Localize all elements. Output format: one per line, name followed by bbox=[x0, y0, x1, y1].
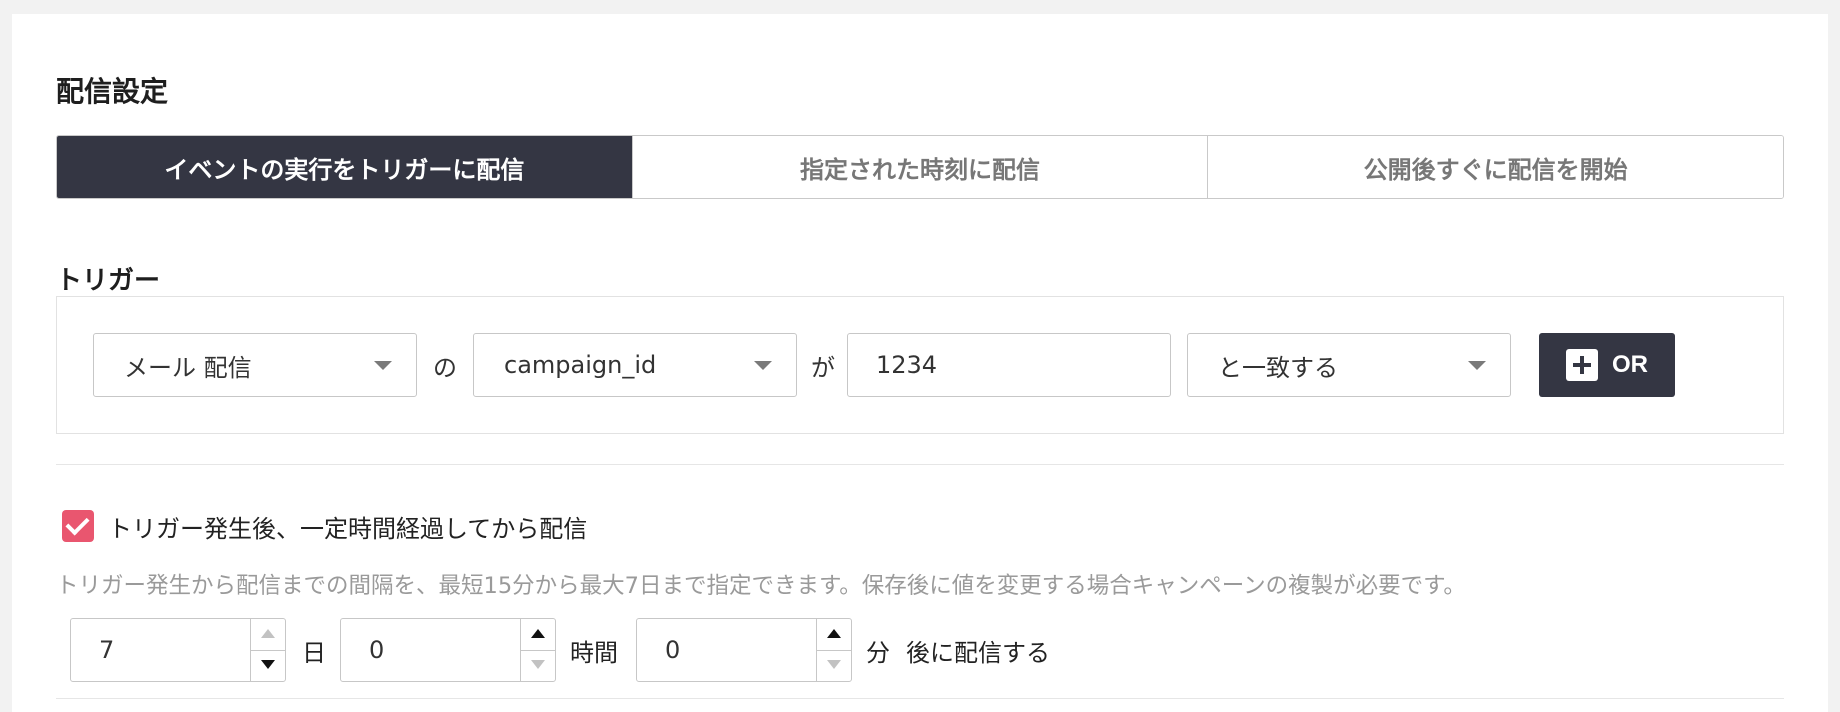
field-select-value: campaign_id bbox=[504, 351, 657, 379]
arrow-down-icon bbox=[827, 660, 841, 669]
chevron-down-icon bbox=[754, 361, 772, 370]
plus-icon bbox=[1566, 349, 1598, 381]
delay-help-text: トリガー発生から配信までの間隔を、最短15分から最大7日まで指定できます。保存後… bbox=[56, 573, 1466, 599]
days-increment-button[interactable] bbox=[251, 619, 285, 651]
or-button-label: OR bbox=[1612, 351, 1648, 378]
trigger-condition-box: メール 配信 の campaign_id が と一致する OR bbox=[56, 296, 1784, 434]
minutes-value: 0 bbox=[665, 636, 681, 664]
minutes-unit: 分 bbox=[866, 638, 890, 667]
operator-select-value: と一致する bbox=[1218, 353, 1338, 382]
delivery-settings-panel: 配信設定 イベントの実行をトリガーに配信 指定された時刻に配信 公開後すぐに配信… bbox=[12, 14, 1828, 712]
minutes-increment-button[interactable] bbox=[817, 619, 851, 651]
days-unit: 日 bbox=[302, 638, 326, 667]
tab-immediate[interactable]: 公開後すぐに配信を開始 bbox=[1207, 136, 1783, 198]
value-input[interactable] bbox=[847, 333, 1171, 397]
hours-unit: 時間 bbox=[570, 638, 618, 667]
delay-checkbox[interactable] bbox=[62, 510, 94, 542]
source-select[interactable]: メール 配信 bbox=[93, 333, 417, 397]
hours-stepper[interactable]: 0 bbox=[340, 618, 556, 682]
hours-decrement-button[interactable] bbox=[521, 650, 555, 681]
hours-value: 0 bbox=[369, 636, 385, 664]
divider bbox=[56, 464, 1784, 465]
arrow-up-icon bbox=[261, 629, 275, 638]
delivery-mode-tabs: イベントの実行をトリガーに配信 指定された時刻に配信 公開後すぐに配信を開始 bbox=[56, 135, 1784, 199]
add-or-condition-button[interactable]: OR bbox=[1539, 333, 1675, 397]
hours-increment-button[interactable] bbox=[521, 619, 555, 651]
source-select-value: メール 配信 bbox=[124, 353, 252, 382]
minutes-spin-buttons bbox=[816, 619, 851, 681]
delay-suffix: 後に配信する bbox=[906, 638, 1050, 667]
joiner-ga: が bbox=[811, 353, 835, 382]
tab-event-trigger[interactable]: イベントの実行をトリガーに配信 bbox=[57, 136, 632, 198]
joiner-no: の bbox=[433, 353, 457, 382]
trigger-title: トリガー bbox=[56, 266, 161, 296]
hours-spin-buttons bbox=[520, 619, 555, 681]
chevron-down-icon bbox=[1468, 361, 1486, 370]
divider bbox=[56, 698, 1784, 699]
minutes-decrement-button[interactable] bbox=[817, 650, 851, 681]
chevron-down-icon bbox=[374, 361, 392, 370]
days-stepper[interactable]: 7 bbox=[70, 618, 286, 682]
arrow-up-icon bbox=[531, 629, 545, 638]
arrow-up-icon bbox=[827, 629, 841, 638]
days-spin-buttons bbox=[250, 619, 285, 681]
minutes-stepper[interactable]: 0 bbox=[636, 618, 852, 682]
field-select[interactable]: campaign_id bbox=[473, 333, 797, 397]
operator-select[interactable]: と一致する bbox=[1187, 333, 1511, 397]
tab-scheduled-time[interactable]: 指定された時刻に配信 bbox=[631, 136, 1208, 198]
days-decrement-button[interactable] bbox=[251, 650, 285, 681]
arrow-down-icon bbox=[531, 660, 545, 669]
delay-checkbox-label: トリガー発生後、一定時間経過してから配信 bbox=[108, 514, 588, 543]
section-title: 配信設定 bbox=[56, 75, 169, 108]
arrow-down-icon bbox=[261, 660, 275, 669]
days-value: 7 bbox=[99, 636, 115, 664]
